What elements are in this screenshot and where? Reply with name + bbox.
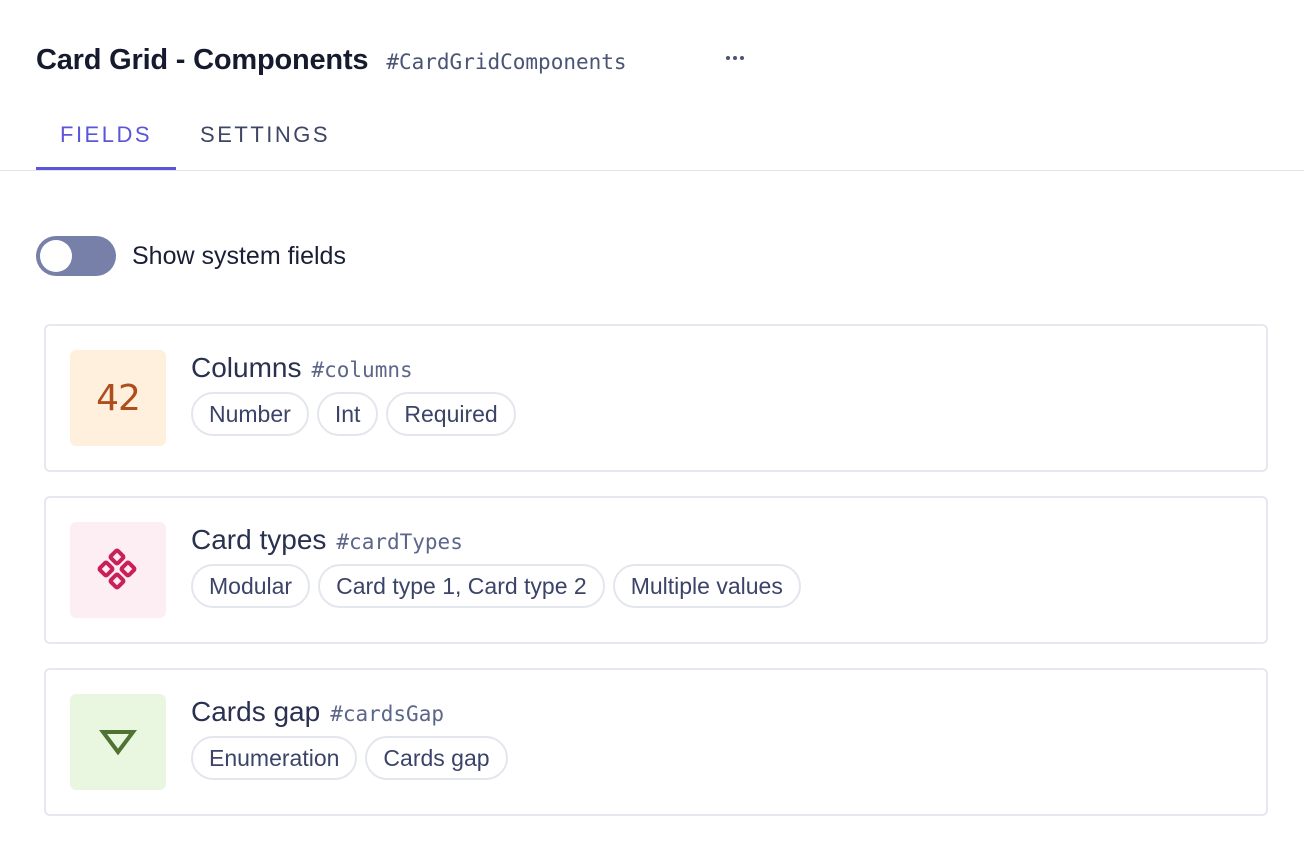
modular-icon [97, 548, 137, 590]
more-horizontal-icon-dot [740, 56, 744, 60]
field-tag: Modular [191, 564, 311, 608]
system-fields-toggle-row: Show system fields [36, 236, 346, 276]
field-card-columns[interactable]: 42 Columns #columns Number Int Required [44, 324, 1268, 472]
tab-fields[interactable]: FIELDS [36, 118, 177, 170]
enumeration-icon [99, 730, 137, 756]
number-icon: 42 [96, 377, 141, 419]
more-horizontal-icon-dot [733, 56, 737, 60]
field-type-icon-box [70, 522, 166, 618]
field-tags: Enumeration Cards gap [191, 736, 508, 780]
show-system-fields-toggle[interactable] [36, 236, 116, 276]
field-tags: Modular Card type 1, Card type 2 Multipl… [191, 564, 801, 608]
field-card-cards-gap[interactable]: Cards gap #cardsGap Enumeration Cards ga… [44, 668, 1268, 816]
field-type-icon-box [70, 694, 166, 790]
field-name: Cards gap [191, 696, 321, 727]
field-tag: Required [386, 392, 516, 436]
toggle-knob [40, 240, 72, 272]
field-tag: Card type 1, Card type 2 [318, 564, 605, 608]
field-name: Columns [191, 352, 302, 383]
field-tag: Int [316, 392, 379, 436]
field-card-card-types[interactable]: Card types #cardTypes Modular Card type … [44, 496, 1268, 644]
field-api-id: #columns [311, 358, 413, 382]
show-system-fields-label: Show system fields [132, 241, 346, 270]
tabs-divider [0, 170, 1304, 171]
tab-settings[interactable]: SETTINGS [176, 118, 354, 170]
field-type-icon-box: 42 [70, 350, 166, 446]
field-tag: Enumeration [191, 736, 358, 780]
field-api-id: #cardTypes [336, 530, 463, 554]
model-api-id: #CardGridComponents [386, 50, 627, 74]
field-tag: Cards gap [365, 736, 508, 780]
more-horizontal-icon [726, 56, 730, 60]
page-header: Card Grid - Components #CardGridComponen… [36, 44, 627, 77]
more-options-button[interactable] [720, 46, 750, 70]
field-tag: Number [191, 392, 309, 436]
tab-bar: FIELDS SETTINGS [36, 118, 354, 170]
field-name: Card types [191, 524, 327, 555]
field-api-id: #cardsGap [330, 702, 444, 726]
page-title: Card Grid - Components [36, 44, 369, 76]
field-tag: Multiple values [612, 564, 801, 608]
field-tags: Number Int Required [191, 392, 516, 436]
